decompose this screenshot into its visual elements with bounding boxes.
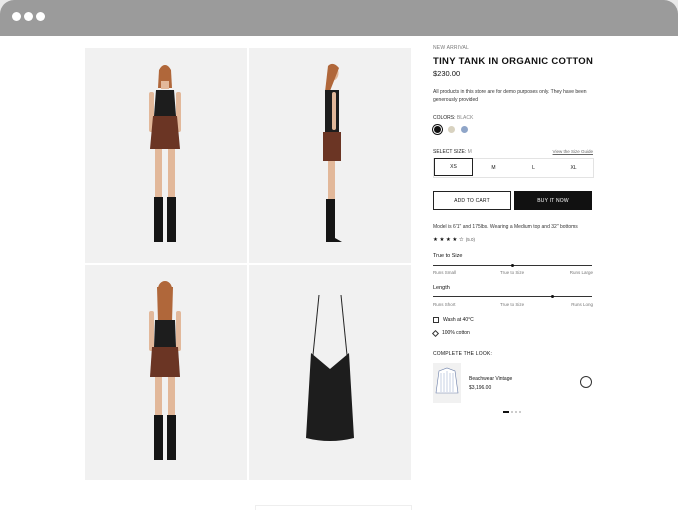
look-item-name[interactable]: Beachwear Vintage (469, 376, 512, 382)
look-item-image[interactable] (433, 363, 461, 403)
fit-scale-low: Runs Short (433, 302, 456, 307)
care-item: 100% cotton (431, 329, 470, 337)
pagination-dot[interactable] (503, 411, 509, 413)
window-dot-icon[interactable] (12, 12, 21, 21)
color-swatch-blue[interactable] (461, 126, 468, 133)
demo-note: All products in this store are for demo … (433, 89, 587, 103)
window-dot-icon[interactable] (24, 12, 33, 21)
size-guide-link[interactable]: View the Size Guide (553, 149, 593, 154)
selected-size: M (467, 149, 472, 155)
fit-marker-size (511, 264, 514, 267)
browser-titlebar (0, 0, 678, 36)
pagination-dot[interactable] (515, 411, 517, 413)
rating-count: (5.0) (465, 237, 476, 242)
care-text: 100% cotton (442, 330, 470, 336)
bottom-panel-edge (255, 505, 412, 510)
product-price: $230.00 (433, 69, 461, 78)
product-image-front[interactable] (85, 48, 247, 263)
wash-icon (433, 317, 439, 323)
fit-scale-high: Runs Large (569, 270, 593, 275)
size-option-m[interactable]: M (474, 159, 513, 177)
size-selector: XS M L XL (433, 158, 594, 178)
fit-label-length: Length (433, 285, 450, 291)
add-to-cart-button[interactable]: ADD TO CART (433, 191, 511, 210)
product-image-back[interactable] (85, 265, 247, 480)
browser-window: NEW ARRIVAL TINY TANK IN ORGANIC COTTON … (0, 0, 678, 510)
new-arrival-label: NEW ARRIVAL (433, 45, 470, 51)
size-option-xl[interactable]: XL (554, 159, 593, 177)
product-title: TINY TANK IN ORGANIC COTTON (433, 56, 594, 67)
window-dot-icon[interactable] (36, 12, 45, 21)
pagination-dot[interactable] (511, 411, 513, 413)
size-option-xs[interactable]: XS (434, 158, 473, 176)
rating-stars-icon: ★ ★ ★ ★ ☆ (433, 237, 464, 243)
product-image-side[interactable] (249, 48, 411, 263)
product-gallery (85, 48, 411, 480)
fit-scale-mid: True to Size (500, 270, 525, 275)
selected-color: BLACK (456, 115, 474, 121)
model-info: Model is 6'1" and 175lbs. Wearing a Medi… (433, 224, 578, 230)
look-item-price: $3,196.00 (469, 385, 492, 391)
product-image-flat[interactable] (249, 265, 411, 480)
complete-look-heading: COMPLETE THE LOOK: (433, 351, 493, 357)
layers-icon (431, 329, 440, 337)
fit-marker-length (551, 295, 554, 298)
fit-scale-mid: True to Size (500, 302, 525, 307)
add-to-bag-icon[interactable] (580, 376, 592, 388)
buy-now-button[interactable]: BUY IT NOW (514, 191, 592, 210)
pagination-dot[interactable] (519, 411, 521, 413)
rating[interactable]: ★ ★ ★ ★ ☆ (5.0) (433, 237, 475, 243)
carousel-pagination (503, 411, 521, 413)
care-text: Wash at 40°C (443, 317, 474, 323)
fit-track-length (433, 296, 592, 297)
fit-scale-high: Runs Long (571, 302, 593, 307)
size-option-l[interactable]: L (514, 159, 553, 177)
colors-label: COLORS: BLACK (433, 115, 474, 121)
fit-label-size: True to Size (433, 253, 463, 259)
fit-scale-low: Runs Small (433, 270, 457, 275)
color-swatch-black[interactable] (434, 126, 441, 133)
care-item: Wash at 40°C (433, 317, 474, 323)
color-swatch-beige[interactable] (448, 126, 455, 133)
size-label: SELECT SIZE: M (433, 149, 472, 155)
